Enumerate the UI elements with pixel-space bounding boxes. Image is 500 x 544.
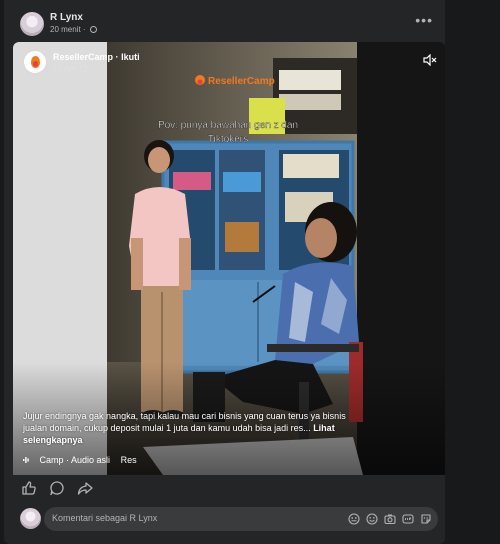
audio-wave-icon bbox=[23, 457, 29, 463]
post-card: R Lynx 20 menit · ••• ResellerCamp Pov: … bbox=[4, 0, 445, 544]
emoji-icon[interactable] bbox=[366, 513, 378, 525]
audio-extra: Res bbox=[120, 455, 137, 465]
camera-icon[interactable] bbox=[384, 513, 396, 525]
audio-row[interactable]: Camp · Audio asli Res bbox=[23, 455, 145, 465]
post-time[interactable]: 20 menit bbox=[50, 25, 81, 34]
shared-reel[interactable]: ResellerCamp Pov: punya bawahan gen z da… bbox=[13, 42, 445, 475]
share-arrow-icon[interactable] bbox=[77, 480, 93, 496]
shared-header: ResellerCamp · Ikuti 13 Apr bbox=[13, 42, 445, 78]
shared-author-name[interactable]: ResellerCamp bbox=[53, 52, 113, 62]
caption-text: Jujur endingnya gak nangka, tapi kalau m… bbox=[23, 411, 346, 433]
post-actions bbox=[4, 478, 445, 500]
current-user-avatar[interactable] bbox=[20, 508, 41, 529]
sticker-icon[interactable] bbox=[420, 513, 432, 525]
comment-input[interactable]: Komentari sebagai R Lynx bbox=[44, 507, 438, 531]
video-overlay-line2: Tiktokers bbox=[208, 134, 248, 145]
shared-meta: 13 Apr bbox=[53, 64, 88, 73]
globe-icon bbox=[80, 65, 88, 72]
shared-separator: · bbox=[115, 52, 119, 62]
speaker-muted-icon[interactable] bbox=[423, 54, 437, 66]
post-meta: 20 menit · bbox=[50, 25, 97, 34]
comment-bubble-icon[interactable] bbox=[49, 480, 65, 496]
reel-caption: Jujur endingnya gak nangka, tapi kalau m… bbox=[23, 410, 363, 446]
meta-separator: · bbox=[82, 25, 86, 34]
post-author-name[interactable]: R Lynx bbox=[50, 12, 83, 23]
comment-placeholder: Komentari sebagai R Lynx bbox=[52, 513, 158, 523]
author-avatar[interactable] bbox=[20, 12, 44, 36]
post-header: R Lynx 20 menit · ••• bbox=[4, 0, 445, 40]
shared-date[interactable]: 13 Apr bbox=[53, 64, 76, 73]
audio-source[interactable]: Camp · Audio asli bbox=[40, 455, 111, 465]
ellipsis-icon[interactable]: ••• bbox=[415, 13, 433, 27]
page-avatar[interactable] bbox=[23, 50, 47, 74]
avatar-sticker-icon[interactable] bbox=[348, 513, 360, 525]
globe-icon bbox=[89, 26, 97, 33]
comment-row: Komentari sebagai R Lynx bbox=[4, 506, 445, 532]
video-overlay-line1: Pov: punya bawahan gen z dan bbox=[158, 120, 298, 131]
follow-button[interactable]: Ikuti bbox=[121, 52, 140, 62]
shared-author-line: ResellerCamp · Ikuti bbox=[53, 52, 140, 62]
gif-icon[interactable] bbox=[402, 513, 414, 525]
thumbs-up-icon[interactable] bbox=[21, 480, 37, 496]
